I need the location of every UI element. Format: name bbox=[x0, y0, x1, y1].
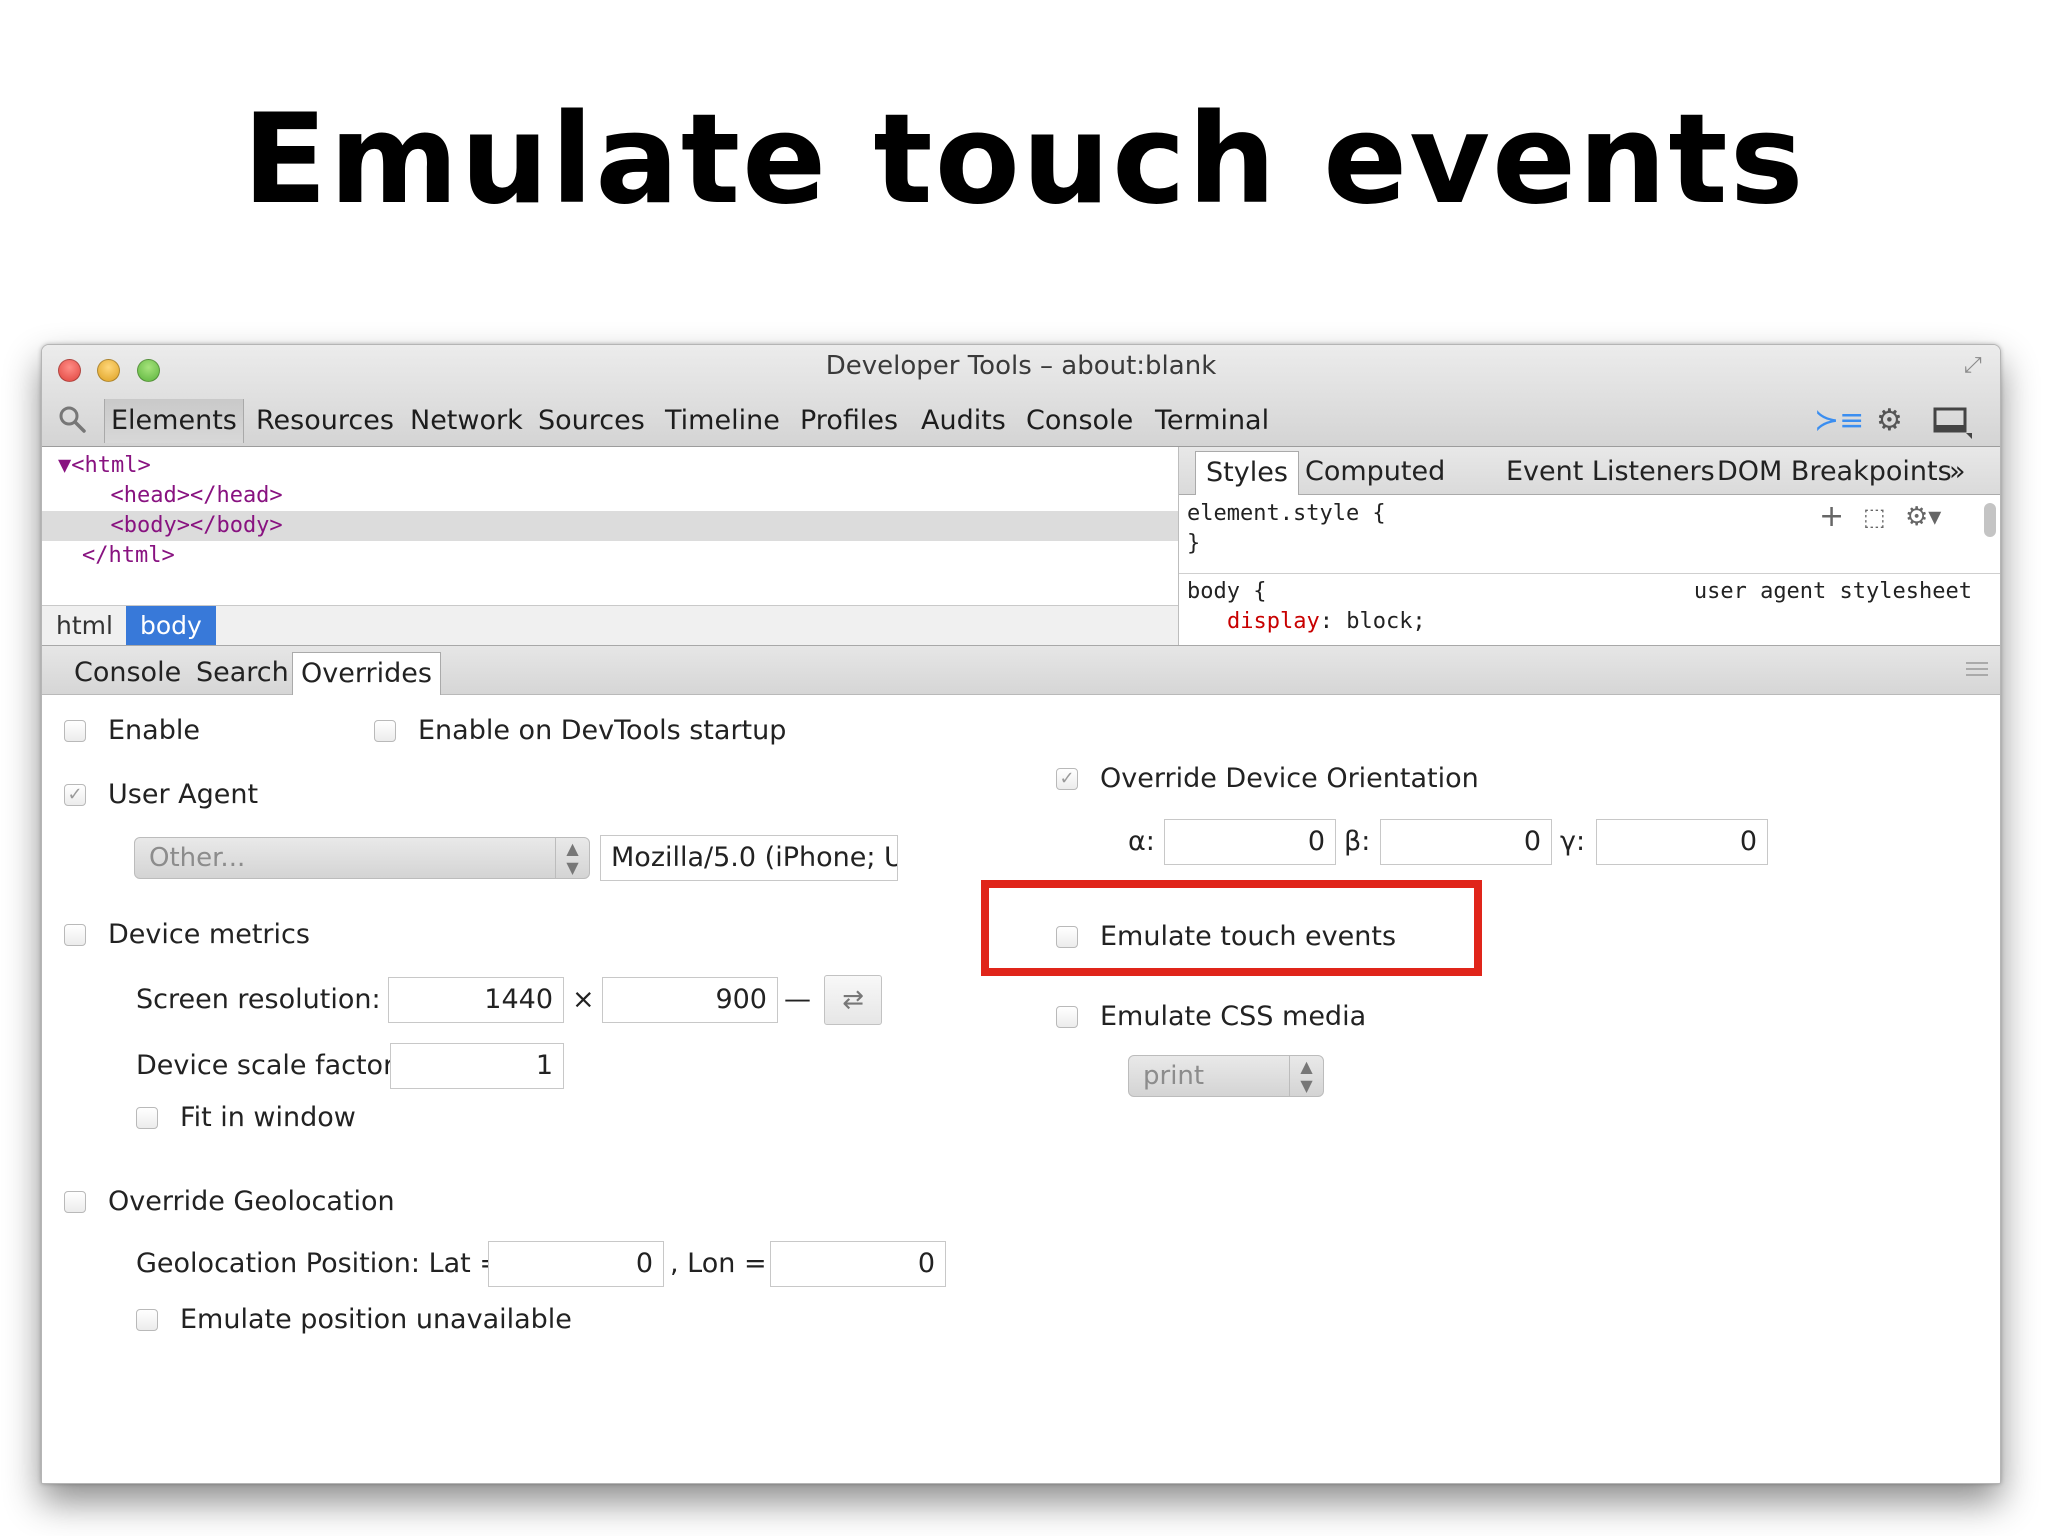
more-tabs-icon[interactable]: » bbox=[1939, 451, 1976, 495]
tab-timeline[interactable]: Timeline bbox=[659, 399, 786, 443]
override-geolocation-label: Override Geolocation bbox=[108, 1186, 395, 1217]
slide-title: Emulate touch events bbox=[242, 88, 1806, 232]
user-agent-select[interactable]: Other... ▲ ▼ bbox=[134, 837, 590, 879]
longitude-input[interactable]: 0 bbox=[770, 1241, 946, 1287]
device-scale-label: Device scale factor: bbox=[136, 1050, 403, 1081]
overrides-panel: Enable Enable on DevTools startup ✓ User… bbox=[42, 695, 2000, 1483]
styles-sidebar: Styles Computed Event Listeners DOM Brea… bbox=[1179, 447, 2000, 645]
breadcrumb: html body bbox=[42, 605, 1178, 646]
tab-terminal[interactable]: Terminal bbox=[1149, 399, 1275, 443]
gamma-input[interactable]: 0 bbox=[1596, 819, 1768, 865]
enable-checkbox[interactable] bbox=[64, 720, 86, 742]
alpha-label: α: bbox=[1128, 826, 1155, 857]
override-orientation-label: Override Device Orientation bbox=[1100, 763, 1479, 794]
body-rule-declaration: display: block; bbox=[1227, 607, 1426, 637]
screen-resolution-label: Screen resolution: bbox=[136, 984, 381, 1015]
device-scale-input[interactable]: 1 bbox=[390, 1043, 564, 1089]
title-bar: Developer Tools – about:blank ⤢ Elements… bbox=[42, 345, 2000, 447]
select-arrows-icon: ▲ ▼ bbox=[555, 838, 589, 878]
gear-icon[interactable]: ⚙ bbox=[1876, 403, 1903, 439]
new-style-rule-icon[interactable]: + bbox=[1819, 499, 1844, 535]
rule-divider bbox=[1179, 573, 2000, 574]
body-rule-open: body { bbox=[1187, 579, 1267, 604]
device-metrics-label: Device metrics bbox=[108, 919, 310, 950]
emulate-position-unavailable-checkbox[interactable] bbox=[136, 1309, 158, 1331]
css-media-select-value: print bbox=[1143, 1061, 1205, 1091]
user-agent-checkbox[interactable]: ✓ bbox=[64, 784, 86, 806]
main-toolbar: Elements Resources Network Sources Timel… bbox=[42, 393, 2000, 447]
search-icon[interactable] bbox=[58, 405, 86, 433]
resolution-dash: — bbox=[784, 984, 811, 1015]
tab-resources[interactable]: Resources bbox=[250, 399, 400, 443]
element-state-icon[interactable]: ⬚ bbox=[1863, 499, 1886, 535]
geolocation-position-label: Geolocation Position: Lat = bbox=[136, 1248, 502, 1279]
user-agent-select-value: Other... bbox=[149, 843, 246, 873]
emulate-css-media-label: Emulate CSS media bbox=[1100, 1001, 1367, 1032]
user-agent-input[interactable]: Mozilla/5.0 (iPhone; U bbox=[600, 835, 898, 881]
resolution-width-input[interactable]: 1440 bbox=[388, 977, 564, 1023]
styles-scrollbar[interactable] bbox=[1984, 503, 1996, 537]
enable-label: Enable bbox=[108, 715, 200, 746]
gamma-label: γ: bbox=[1560, 826, 1586, 857]
fit-in-window-checkbox[interactable] bbox=[136, 1107, 158, 1129]
override-orientation-checkbox[interactable]: ✓ bbox=[1056, 768, 1078, 790]
fullscreen-icon[interactable]: ⤢ bbox=[1964, 353, 1990, 379]
user-agent-label: User Agent bbox=[108, 779, 259, 810]
tab-sources[interactable]: Sources bbox=[532, 399, 651, 443]
dom-node-html-close[interactable]: </html> bbox=[42, 541, 1178, 571]
style-settings-gear-icon[interactable]: ⚙▾ bbox=[1905, 499, 1941, 535]
dock-icon[interactable] bbox=[1932, 403, 1972, 439]
window-title: Developer Tools – about:blank bbox=[825, 351, 1217, 381]
tab-event-listeners[interactable]: Event Listeners bbox=[1496, 451, 1725, 495]
latitude-input[interactable]: 0 bbox=[488, 1241, 664, 1287]
times-sign: × bbox=[572, 984, 595, 1015]
drawer-tab-search[interactable]: Search bbox=[188, 652, 297, 696]
tab-styles[interactable]: Styles bbox=[1195, 451, 1299, 495]
breadcrumb-html[interactable]: html bbox=[42, 606, 127, 646]
beta-input[interactable]: 0 bbox=[1380, 819, 1552, 865]
enable-startup-label: Enable on DevTools startup bbox=[418, 715, 787, 746]
fit-in-window-label: Fit in window bbox=[180, 1102, 356, 1133]
emulate-css-media-checkbox[interactable] bbox=[1056, 1006, 1078, 1028]
beta-label: β: bbox=[1344, 826, 1371, 857]
device-metrics-checkbox[interactable] bbox=[64, 924, 86, 946]
highlight-box bbox=[981, 880, 1482, 976]
dom-node-html[interactable]: ▼<html> bbox=[42, 451, 1178, 481]
tab-elements[interactable]: Elements bbox=[104, 399, 244, 443]
tab-console[interactable]: Console bbox=[1020, 399, 1139, 443]
dom-node-head[interactable]: <head></head> bbox=[42, 481, 1178, 511]
css-property-name[interactable]: display bbox=[1227, 609, 1320, 634]
css-property-value[interactable]: : block; bbox=[1320, 609, 1426, 634]
longitude-label: , Lon = bbox=[670, 1248, 767, 1279]
breadcrumb-body[interactable]: body bbox=[126, 606, 216, 646]
alpha-input[interactable]: 0 bbox=[1164, 819, 1336, 865]
styles-tabbar: Styles Computed Event Listeners DOM Brea… bbox=[1179, 447, 2000, 495]
drawer-resize-handle[interactable] bbox=[1966, 662, 1988, 676]
dom-node-body[interactable]: <body></body> bbox=[42, 511, 1178, 541]
tab-network[interactable]: Network bbox=[404, 399, 529, 443]
drawer-tab-overrides[interactable]: Overrides bbox=[292, 652, 441, 696]
drawer-tab-console[interactable]: Console bbox=[66, 652, 189, 696]
elements-panel: ▼<html> <head></head> <body></body> </ht… bbox=[42, 447, 1179, 646]
element-style-open: element.style { bbox=[1187, 501, 1386, 526]
swap-dimensions-button[interactable]: ⇄ bbox=[824, 975, 882, 1025]
enable-startup-checkbox[interactable] bbox=[374, 720, 396, 742]
element-style-close: } bbox=[1187, 531, 1201, 556]
resolution-height-input[interactable]: 900 bbox=[602, 977, 778, 1023]
tab-profiles[interactable]: Profiles bbox=[794, 399, 904, 443]
tab-dom-breakpoints[interactable]: DOM Breakpoints bbox=[1707, 451, 1962, 495]
override-geolocation-checkbox[interactable] bbox=[64, 1191, 86, 1213]
css-media-select[interactable]: print ▲ ▼ bbox=[1128, 1055, 1324, 1097]
select-arrows-icon: ▲ ▼ bbox=[1289, 1056, 1323, 1096]
emulate-position-unavailable-label: Emulate position unavailable bbox=[180, 1304, 572, 1335]
tab-audits[interactable]: Audits bbox=[915, 399, 1012, 443]
drawer-tabbar: Console Search Overrides bbox=[42, 645, 2000, 696]
tab-computed[interactable]: Computed bbox=[1295, 451, 1455, 495]
console-drawer-icon[interactable]: ≻≡ bbox=[1814, 403, 1864, 439]
rule-source: user agent stylesheet bbox=[1693, 579, 1972, 604]
